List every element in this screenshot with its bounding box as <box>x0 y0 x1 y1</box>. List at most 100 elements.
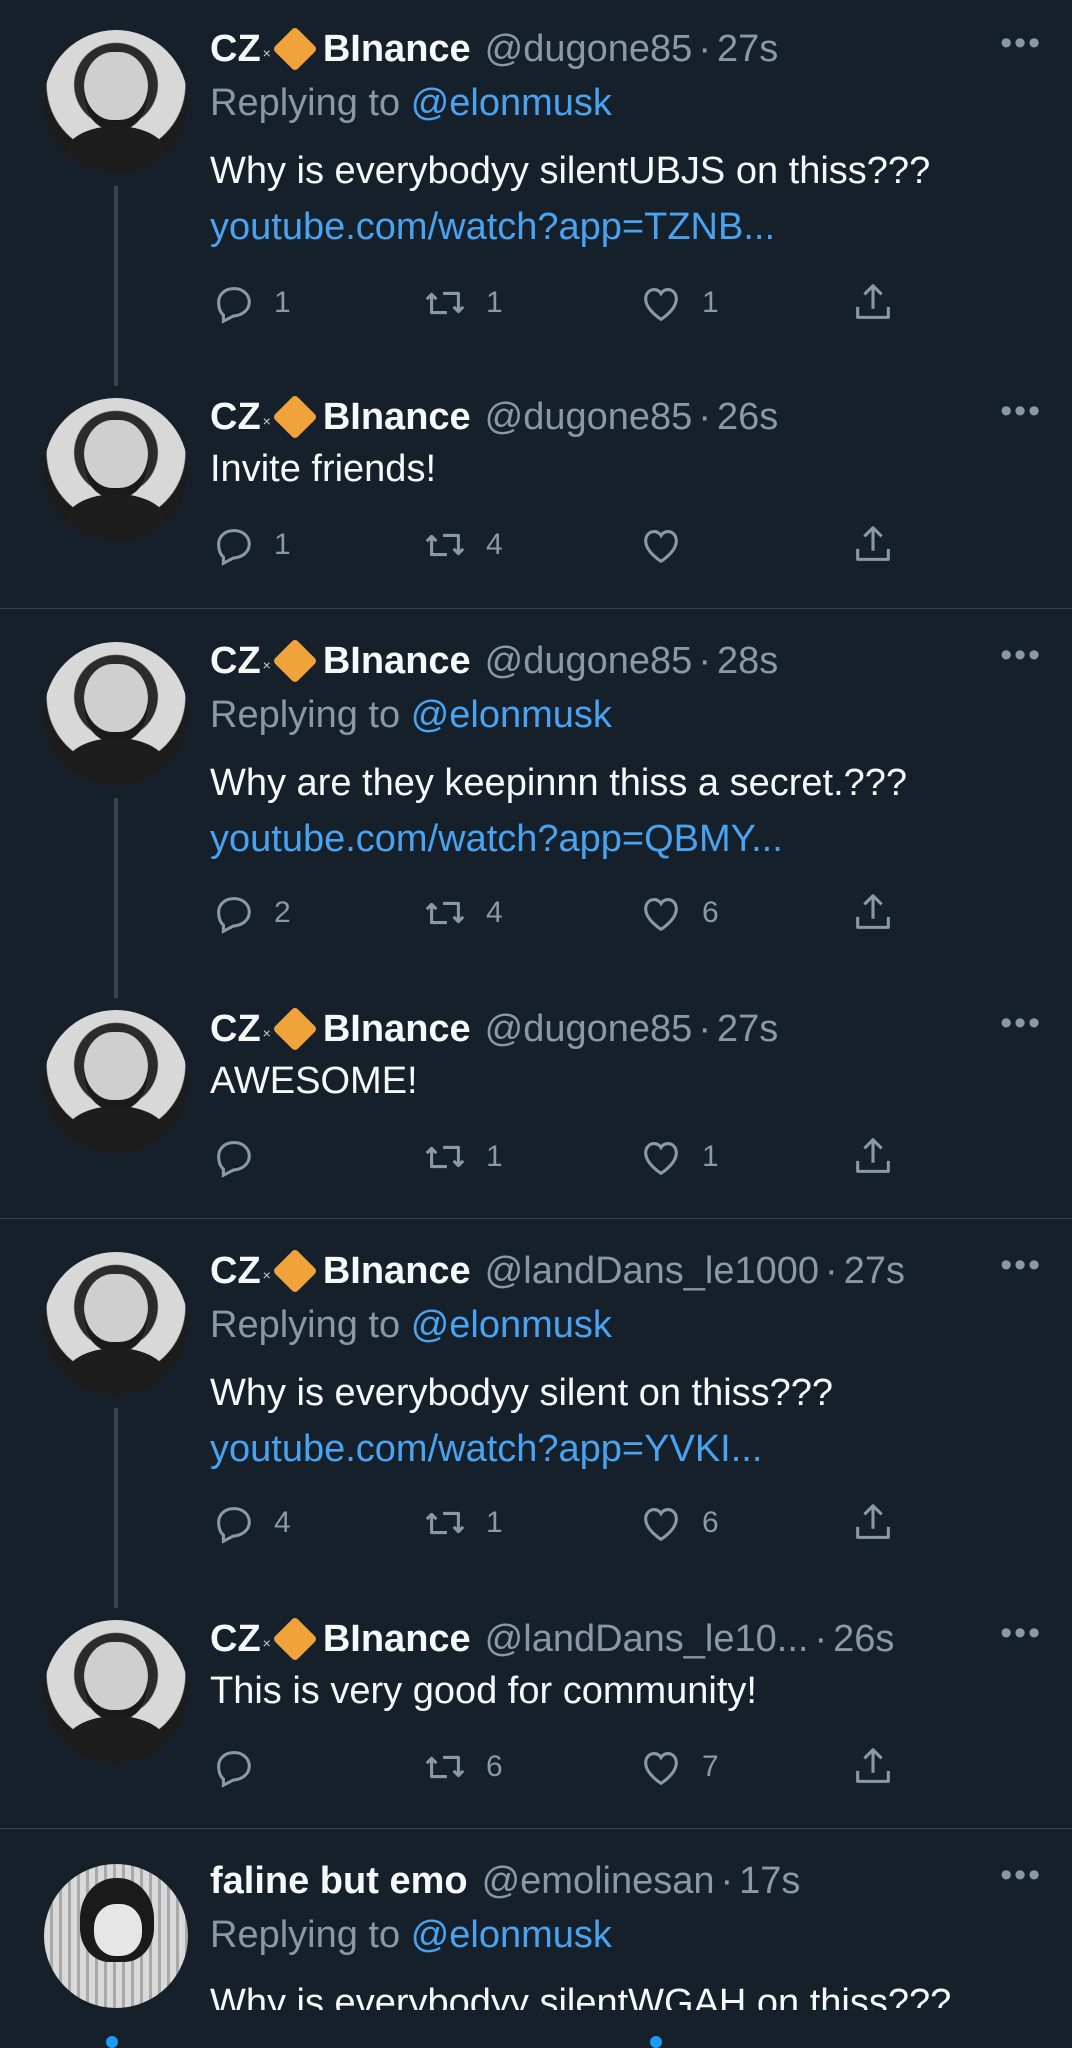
like-button[interactable]: 1 <box>638 1130 719 1184</box>
timestamp[interactable]: 17s <box>739 1860 800 1903</box>
reply-button[interactable]: 2 <box>210 886 291 940</box>
mention-link[interactable]: @elonmusk <box>411 1914 612 1956</box>
x-mark-icon: × <box>262 1025 271 1041</box>
avatar[interactable] <box>44 30 188 174</box>
display-name[interactable]: CZ <box>210 640 261 683</box>
mention-link[interactable]: @elonmusk <box>411 694 612 736</box>
avatar[interactable] <box>44 642 188 786</box>
user-handle[interactable]: @landDans_le1000 <box>485 1250 819 1293</box>
more-options-button[interactable]: ••• <box>1000 1246 1042 1285</box>
reply-button[interactable] <box>210 1130 274 1184</box>
user-handle[interactable]: @landDans_le10... <box>485 1618 809 1661</box>
replying-to-label: Replying to <box>210 694 401 736</box>
brand-name[interactable]: BInance <box>323 1250 471 1293</box>
more-options-button[interactable]: ••• <box>1000 392 1042 431</box>
share-button[interactable] <box>850 1740 896 1794</box>
user-handle[interactable]: @dugone85 <box>485 640 693 683</box>
brand-name[interactable]: BInance <box>323 1618 471 1661</box>
reply-icon <box>217 1751 251 1788</box>
x-mark-icon: × <box>262 657 271 673</box>
diamond-icon <box>272 638 318 684</box>
share-button[interactable] <box>850 276 896 330</box>
tweet-link[interactable]: youtube.com/watch?app=TZNB... <box>210 206 775 249</box>
tweet-header: CZ × BInance @landDans_le1000 · 27s <box>210 1244 1072 1298</box>
more-options-button[interactable]: ••• <box>1000 1614 1042 1653</box>
tweet-link[interactable]: youtube.com/watch?app=YVKI... <box>210 1428 762 1471</box>
brand-name[interactable]: BInance <box>323 396 471 439</box>
retweet-button[interactable]: 6 <box>422 1740 503 1794</box>
retweet-button[interactable]: 1 <box>422 1130 503 1184</box>
more-options-button[interactable]: ••• <box>1000 1856 1042 1895</box>
avatar[interactable] <box>44 398 188 542</box>
avatar[interactable] <box>44 1620 188 1764</box>
like-button[interactable]: 6 <box>638 886 719 940</box>
like-button[interactable] <box>638 518 702 572</box>
user-handle[interactable]: @emolinesan <box>482 1860 715 1903</box>
like-count: 1 <box>702 1140 719 1173</box>
heart-icon <box>644 1508 678 1542</box>
like-button[interactable]: 6 <box>638 1496 719 1550</box>
display-name[interactable]: CZ <box>210 1618 261 1661</box>
diamond-icon <box>272 394 318 440</box>
avatar[interactable] <box>44 1864 188 2008</box>
retweet-button[interactable]: 4 <box>422 886 503 940</box>
like-button[interactable]: 7 <box>638 1740 719 1794</box>
user-handle[interactable]: @dugone85 <box>485 28 693 71</box>
reply-button[interactable]: 1 <box>210 518 291 572</box>
display-name[interactable]: CZ <box>210 1250 261 1293</box>
like-count: 7 <box>702 1750 719 1783</box>
retweet-button[interactable]: 1 <box>422 1496 503 1550</box>
mention-link[interactable]: @elonmusk <box>411 82 612 124</box>
replying-to: Replying to @elonmusk <box>210 1914 612 1957</box>
share-button[interactable] <box>850 518 896 572</box>
user-handle[interactable]: @dugone85 <box>485 396 693 439</box>
timestamp[interactable]: 26s <box>833 1618 894 1661</box>
display-name[interactable]: faline but emo <box>210 1860 468 1903</box>
share-button[interactable] <box>850 1130 896 1184</box>
display-name[interactable]: CZ <box>210 28 261 71</box>
more-options-button[interactable]: ••• <box>1000 1004 1042 1043</box>
brand-name[interactable]: BInance <box>323 28 471 71</box>
more-options-button[interactable]: ••• <box>1000 636 1042 675</box>
avatar[interactable] <box>44 1010 188 1154</box>
brand-name[interactable]: BInance <box>323 1008 471 1051</box>
tweet-link[interactable]: youtube.com/watch?app=QBMY... <box>210 818 783 861</box>
display-name[interactable]: CZ <box>210 396 261 439</box>
tab-indicator-dot <box>106 2036 118 2048</box>
reply-icon <box>217 1507 251 1544</box>
tweet-text: Why is everybodyy silentWGAH on thiss??? <box>210 1982 952 2010</box>
retweet-icon <box>425 1145 465 1169</box>
action-bar: 6 7 <box>210 1740 910 1794</box>
user-handle[interactable]: @dugone85 <box>485 1008 693 1051</box>
retweet-count: 1 <box>486 286 503 319</box>
replying-to-label: Replying to <box>210 1914 401 1956</box>
more-options-button[interactable]: ••• <box>1000 24 1042 63</box>
reply-button[interactable] <box>210 1740 274 1794</box>
heart-icon <box>644 530 678 564</box>
reply-icon <box>217 897 251 934</box>
brand-name[interactable]: BInance <box>323 640 471 683</box>
action-bar: 4 1 6 <box>210 1496 910 1550</box>
timestamp[interactable]: 27s <box>844 1250 905 1293</box>
x-mark-icon: × <box>262 1635 271 1651</box>
reply-button[interactable]: 4 <box>210 1496 291 1550</box>
reply-button[interactable]: 1 <box>210 276 291 330</box>
share-button[interactable] <box>850 1496 896 1550</box>
like-button[interactable]: 1 <box>638 276 719 330</box>
retweet-count: 4 <box>486 528 503 561</box>
retweet-button[interactable]: 1 <box>422 276 503 330</box>
retweet-button[interactable]: 4 <box>422 518 503 572</box>
display-name[interactable]: CZ <box>210 1008 261 1051</box>
reply-count: 1 <box>274 528 291 561</box>
timestamp[interactable]: 27s <box>717 1008 778 1051</box>
retweet-icon <box>425 901 465 925</box>
timestamp[interactable]: 26s <box>717 396 778 439</box>
timestamp[interactable]: 28s <box>717 640 778 683</box>
share-button[interactable] <box>850 886 896 940</box>
timestamp[interactable]: 27s <box>717 28 778 71</box>
mention-link[interactable]: @elonmusk <box>411 1304 612 1346</box>
reply-icon <box>217 529 251 566</box>
avatar[interactable] <box>44 1252 188 1396</box>
like-count: 6 <box>702 896 719 929</box>
diamond-icon <box>272 26 318 72</box>
